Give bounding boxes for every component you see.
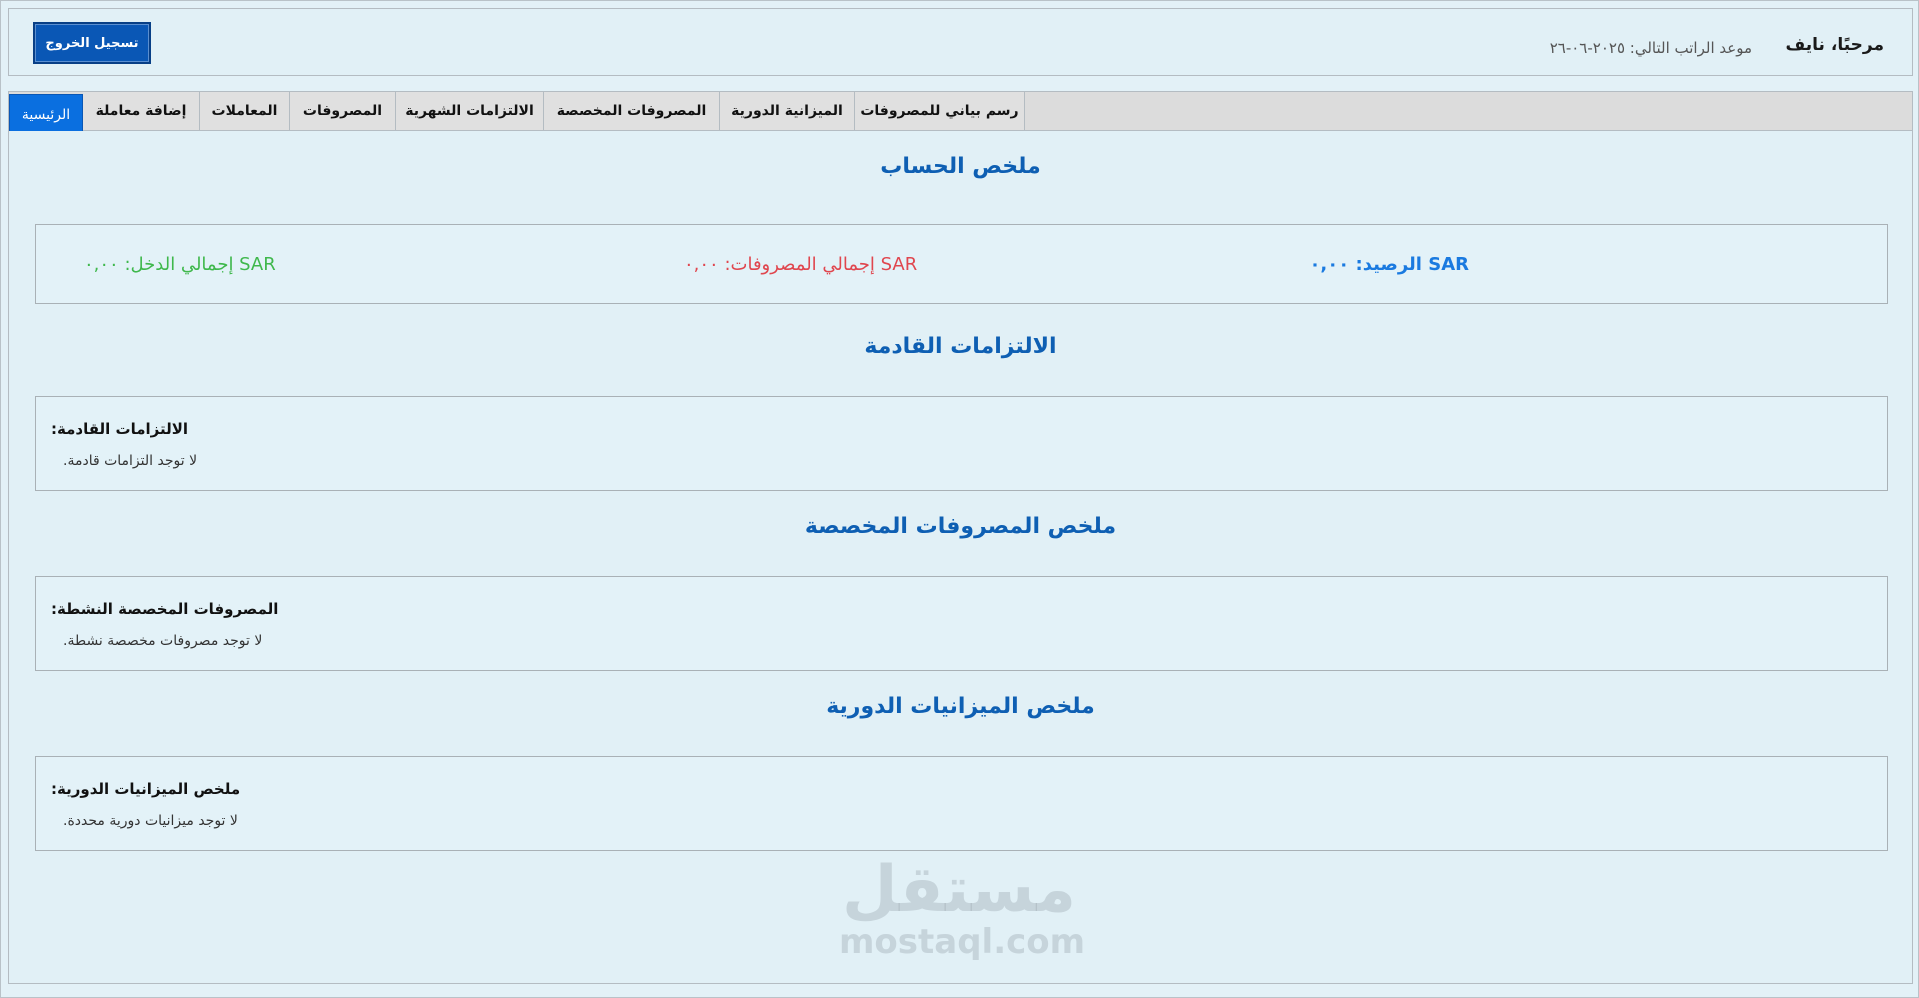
tab-bar: الرئيسية إضافة معاملة المعاملات المصروفا… xyxy=(8,91,1913,136)
total-income-value: SAR إجمالي الدخل: ٠,٠٠ xyxy=(84,254,276,275)
logout-button[interactable]: تسجيل الخروج xyxy=(33,22,151,64)
tab-custom-expenses[interactable]: المصروفات المخصصة xyxy=(544,92,720,130)
total-expenses-value: SAR إجمالي المصروفات: ٠,٠٠ xyxy=(684,254,918,275)
tab-periodic-budget[interactable]: الميزانية الدورية xyxy=(720,92,855,130)
upcoming-obligations-label: :الالتزامات القادمة xyxy=(51,420,189,438)
tab-home[interactable]: الرئيسية xyxy=(9,94,83,136)
custom-expenses-empty: .لا توجد مصروفات مخصصة نشطة xyxy=(63,633,263,649)
watermark-arabic-text: مستقل xyxy=(841,853,1077,927)
user-greeting: مرحبًا، نايف xyxy=(1785,35,1884,55)
tab-expenses[interactable]: المصروفات xyxy=(290,92,396,130)
periodic-budgets-empty: .لا توجد ميزانيات دورية محددة xyxy=(63,813,238,829)
header-bar: تسجيل الخروج موعد الراتب التالي: ٢٠٢٥-٠٦… xyxy=(8,8,1913,76)
upcoming-obligations-card: :الالتزامات القادمة .لا توجد التزامات قا… xyxy=(35,396,1888,491)
watermark-latin-text: mostaql.com xyxy=(839,922,1086,962)
tab-expenses-chart[interactable]: رسم بياني للمصروفات xyxy=(855,92,1025,130)
account-summary-title: ملخص الحساب xyxy=(880,154,1041,179)
balance-value: SAR الرصيد: ٠,٠٠ xyxy=(1309,254,1469,275)
periodic-budgets-title: ملخص الميزانيات الدورية xyxy=(826,694,1095,719)
tab-transactions[interactable]: المعاملات xyxy=(200,92,290,130)
tab-monthly-obligations[interactable]: الالتزامات الشهرية xyxy=(396,92,544,130)
mostaql-watermark: مستقل mostaql.com xyxy=(839,853,1086,978)
tab-add-transaction[interactable]: إضافة معاملة xyxy=(83,92,200,130)
upcoming-obligations-title: الالتزامات القادمة xyxy=(864,334,1057,359)
account-summary-card: SAR الرصيد: ٠,٠٠ SAR إجمالي المصروفات: ٠… xyxy=(35,224,1888,304)
app-window: تسجيل الخروج موعد الراتب التالي: ٢٠٢٥-٠٦… xyxy=(0,0,1919,998)
active-custom-expenses-label: :المصروفات المخصصة النشطة xyxy=(51,600,279,618)
next-salary-date: موعد الراتب التالي: ٢٠٢٥-٠٦-٢٦ xyxy=(1549,39,1752,57)
upcoming-obligations-empty: .لا توجد التزامات قادمة xyxy=(63,453,198,469)
periodic-budgets-label: :ملخص الميزانيات الدورية xyxy=(51,780,241,798)
custom-expenses-title: ملخص المصروفات المخصصة xyxy=(804,514,1117,539)
periodic-budgets-card: :ملخص الميزانيات الدورية .لا توجد ميزاني… xyxy=(35,756,1888,851)
custom-expenses-card: :المصروفات المخصصة النشطة .لا توجد مصروف… xyxy=(35,576,1888,671)
